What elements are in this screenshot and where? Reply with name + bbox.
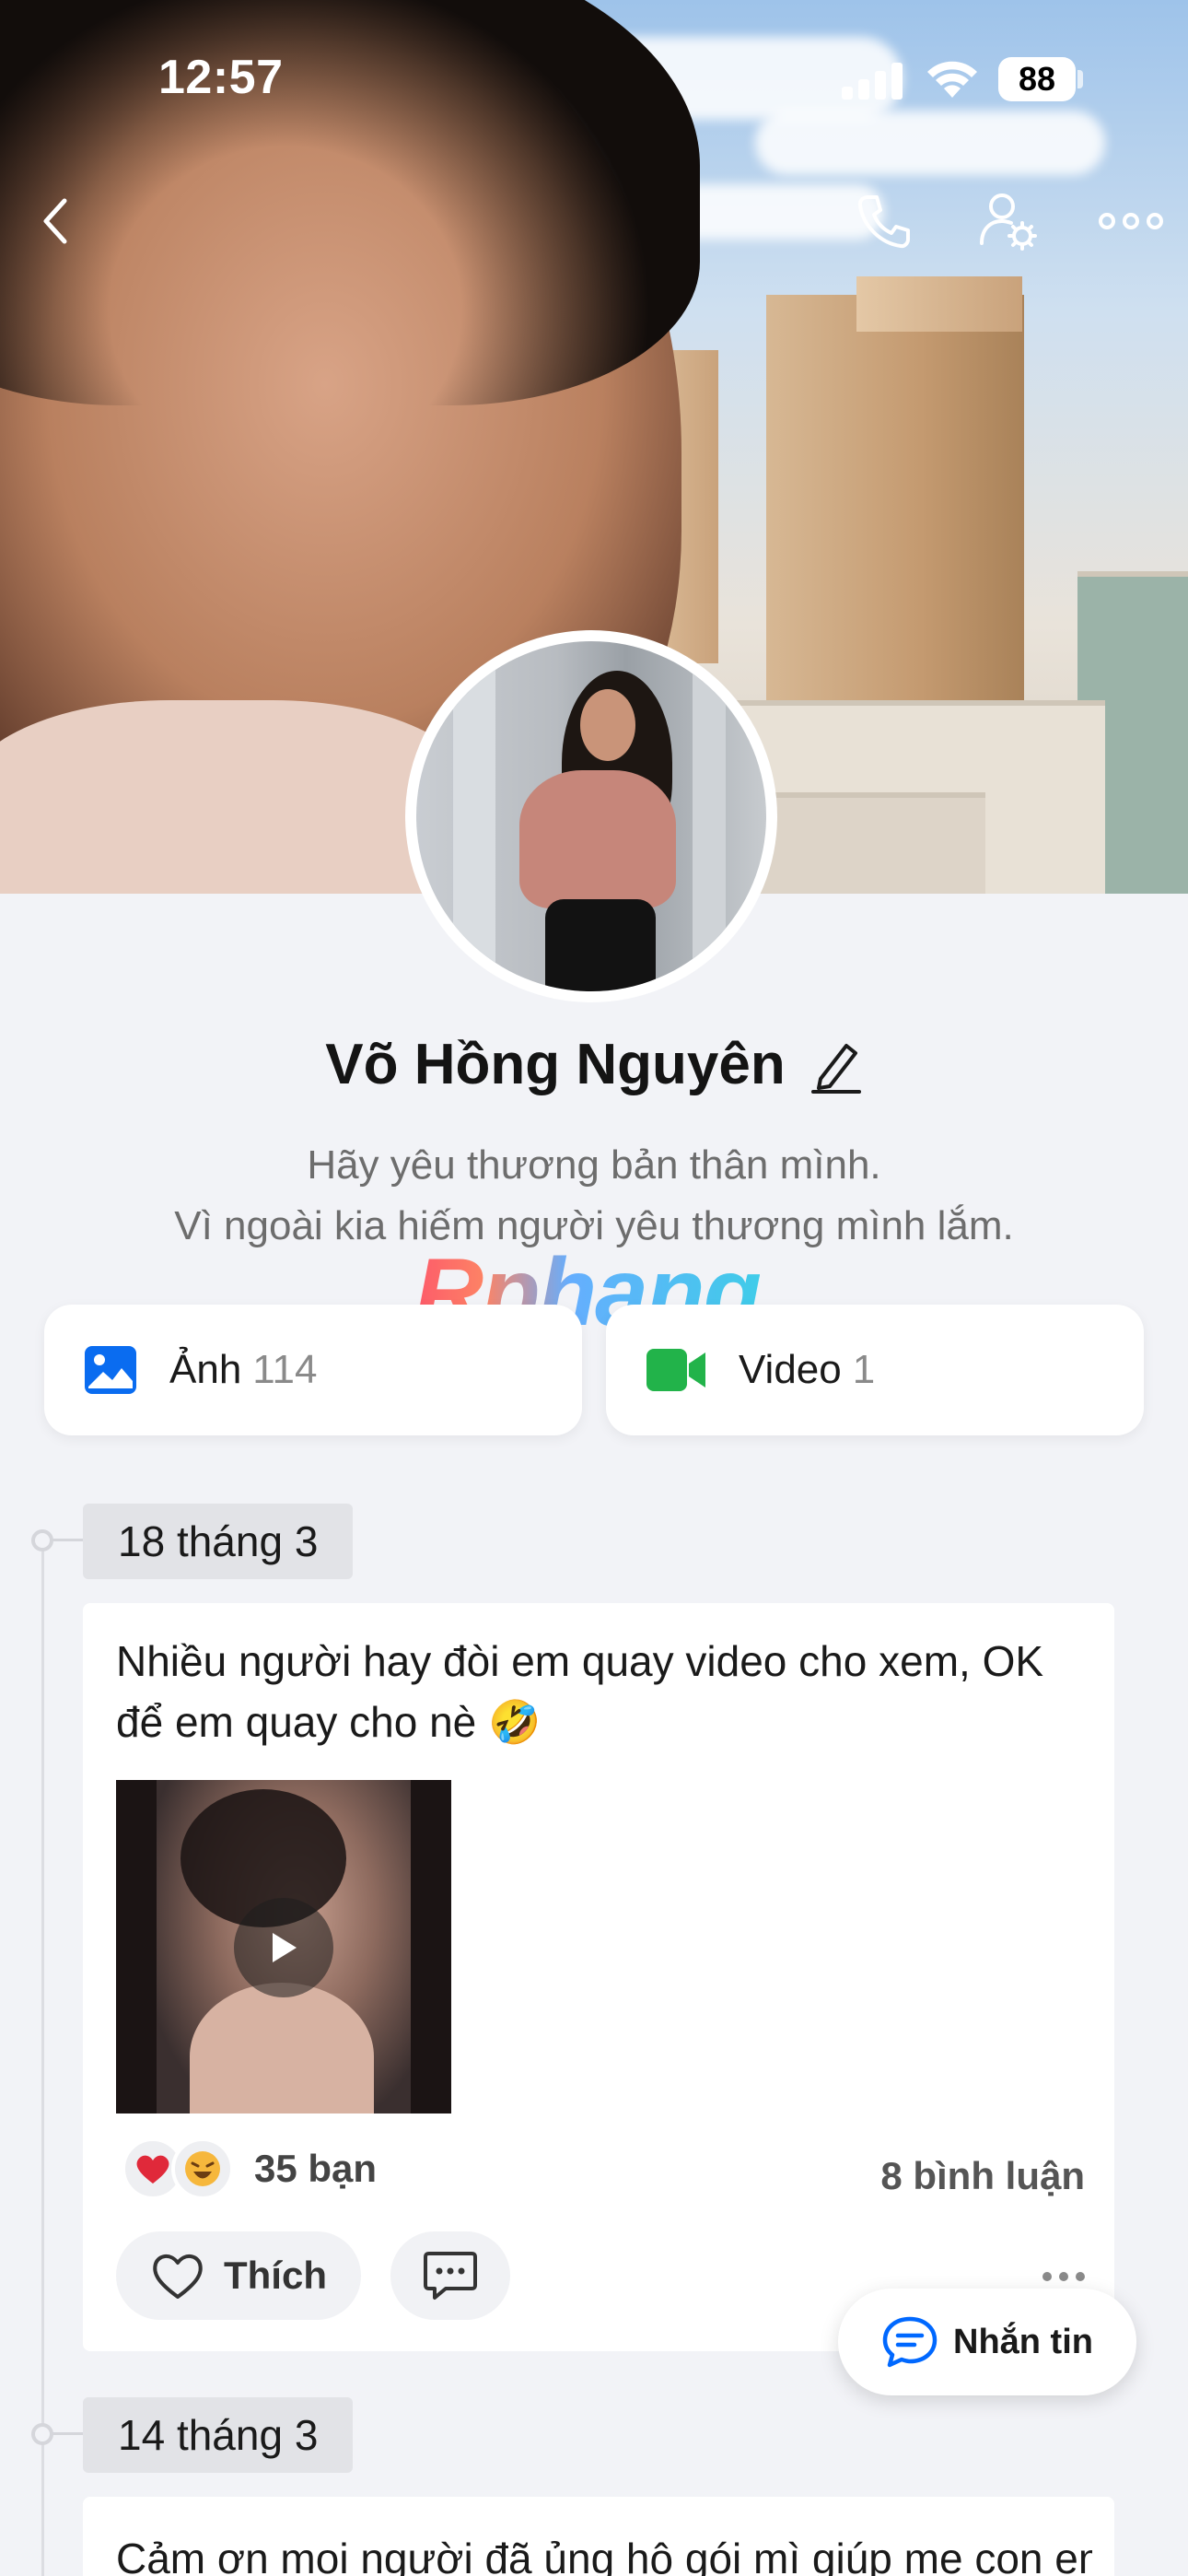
play-icon (273, 1933, 297, 1962)
more-icon (1099, 213, 1163, 229)
bio-line: Hãy yêu thương bản thân mình. (307, 1142, 881, 1188)
message-icon (882, 2316, 938, 2368)
photo-icon (85, 1346, 136, 1394)
timeline-line (41, 1540, 44, 2576)
comment-button[interactable] (390, 2231, 510, 2320)
photos-count: 114 (252, 1347, 318, 1392)
heart-outline-icon (153, 2254, 203, 2299)
comment-icon (424, 2252, 477, 2300)
videos-label: Video (739, 1347, 842, 1392)
photos-label: Ảnh (169, 1347, 242, 1392)
back-icon (43, 198, 67, 244)
phone-icon (857, 195, 910, 249)
cellular-signal-icon (842, 63, 908, 100)
videos-count: 1 (852, 1347, 876, 1392)
post-more-button[interactable] (1042, 2272, 1085, 2281)
timeline-dot (31, 2423, 53, 2445)
comment-count[interactable]: 8 bình luận (880, 2154, 1085, 2198)
timeline-post[interactable]: Cảm ơn mọi người đã ủng hộ gói mì giúp m… (83, 2497, 1114, 2576)
videos-card[interactable]: Video 1 (606, 1305, 1144, 1435)
video-icon (646, 1349, 705, 1391)
video-thumbnail[interactable] (116, 1780, 451, 2113)
send-message-label: Nhắn tin (953, 2322, 1093, 2361)
play-button[interactable] (234, 1898, 333, 1997)
reaction-count: 35 bạn (254, 2147, 378, 2190)
like-button[interactable]: Thích (116, 2231, 361, 2320)
battery-indicator: 88 (998, 57, 1076, 101)
wifi-icon (927, 61, 977, 98)
timeline-post[interactable]: Nhiều người hay đòi em quay video cho xe… (83, 1603, 1114, 2351)
send-message-button[interactable]: Nhắn tin (838, 2289, 1136, 2395)
user-settings-icon (980, 193, 1037, 251)
avatar[interactable] (405, 630, 777, 1002)
more-button[interactable] (1092, 184, 1170, 258)
photos-card[interactable]: Ảnh 114 (44, 1305, 582, 1435)
post-text: Cảm ơn mọi người đã ủng hộ gói mì giúp m… (116, 2535, 1092, 2576)
profile-name: Võ Hồng Nguyên (325, 1033, 786, 1096)
timeline-dot (31, 1529, 53, 1551)
date-label: 14 tháng 3 (83, 2397, 354, 2473)
like-label: Thích (224, 2254, 327, 2297)
status-bar: 12:57 88 (0, 0, 1188, 157)
profile-settings-button[interactable] (971, 184, 1044, 258)
pencil-icon[interactable] (809, 1036, 863, 1094)
back-button[interactable] (18, 184, 92, 258)
reactions-summary[interactable]: 35 bạn (122, 2137, 377, 2200)
status-time: 12:57 (158, 51, 284, 104)
post-text: Nhiều người hay đòi em quay video cho xe… (116, 1637, 1044, 1746)
date-label: 18 tháng 3 (83, 1504, 354, 1579)
call-button[interactable] (847, 184, 921, 258)
laugh-reaction-icon (171, 2137, 234, 2200)
